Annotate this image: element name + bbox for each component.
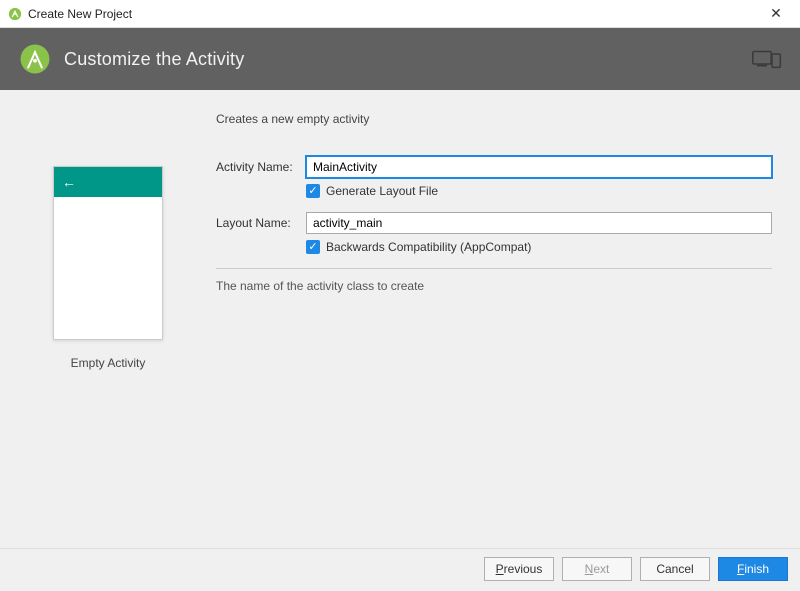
form-description: Creates a new empty activity [216,112,772,126]
finish-button[interactable]: Finish [718,557,788,581]
generate-layout-label: Generate Layout File [326,184,438,198]
form-factor-icon [752,48,782,70]
activity-name-label: Activity Name: [216,160,306,174]
appcompat-checkbox-row[interactable]: ✓ Backwards Compatibility (AppCompat) [306,240,772,254]
activity-name-input[interactable] [306,156,772,178]
form-column: Creates a new empty activity Activity Na… [216,108,772,548]
layout-name-label: Layout Name: [216,216,306,230]
back-arrow-icon: ← [62,174,76,190]
template-preview-column: ← Empty Activity [28,108,188,548]
wizard-footer: Previous Next Cancel Finish [0,548,800,591]
next-button[interactable]: Next [562,557,632,581]
android-studio-logo-icon [18,42,52,76]
layout-name-input[interactable] [306,212,772,234]
preview-appbar: ← [54,167,162,197]
wizard-heading: Customize the Activity [64,49,752,70]
appcompat-label: Backwards Compatibility (AppCompat) [326,240,531,254]
help-text: The name of the activity class to create [216,279,772,293]
titlebar: Create New Project ✕ [0,0,800,28]
window-title: Create New Project [28,7,760,21]
android-studio-icon [8,7,22,21]
generate-layout-checkbox-row[interactable]: ✓ Generate Layout File [306,184,772,198]
template-preview: ← [53,166,163,340]
template-preview-label: Empty Activity [71,356,146,370]
appcompat-checkbox[interactable]: ✓ [306,240,320,254]
cancel-button[interactable]: Cancel [640,557,710,581]
previous-button[interactable]: Previous [484,557,554,581]
generate-layout-checkbox[interactable]: ✓ [306,184,320,198]
help-divider [216,268,772,269]
wizard-header: Customize the Activity [0,28,800,90]
close-button[interactable]: ✕ [760,4,792,24]
